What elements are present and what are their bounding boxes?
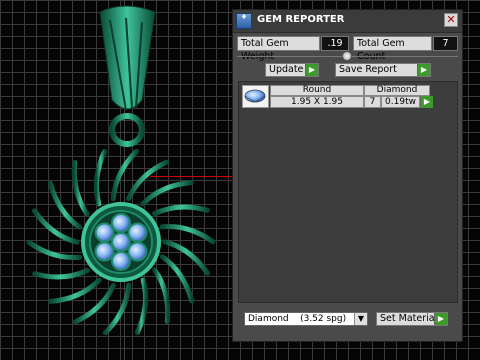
total-gem-weight-label: Total Gem Weight bbox=[237, 36, 320, 62]
update-button[interactable]: Update ▶ bbox=[265, 63, 319, 77]
sun-ray bbox=[162, 239, 211, 276]
gem-weight-cell: 0.19tw bbox=[381, 96, 420, 108]
sun-ray bbox=[48, 277, 102, 304]
update-label: Update bbox=[269, 64, 304, 75]
total-gem-count-value: 7 bbox=[433, 36, 458, 51]
sun-ray bbox=[93, 148, 108, 207]
sun-ray bbox=[26, 239, 83, 261]
diamond-gem bbox=[94, 241, 115, 262]
total-gem-count-label: Total Gem Count bbox=[353, 36, 432, 62]
material-selected-value: Diamond (3.52 spg) bbox=[248, 314, 347, 324]
diamond-gem bbox=[94, 222, 115, 243]
diamond-gem bbox=[111, 213, 131, 233]
sun-ray bbox=[71, 159, 90, 217]
column-header-material: Diamond bbox=[364, 85, 430, 96]
total-gem-weight-value: .19 bbox=[321, 36, 349, 51]
save-report-label: Save Report bbox=[339, 64, 397, 75]
diamond-gem bbox=[127, 241, 148, 262]
set-material-label: Set Material bbox=[380, 313, 438, 324]
jump-ring bbox=[109, 113, 145, 147]
sun-ray bbox=[159, 223, 216, 245]
gem-list-panel: Round Diamond 1.95 X 1.95 7 0.19tw ▶ bbox=[238, 81, 458, 303]
diamond-gem bbox=[111, 232, 131, 252]
splitter-handle[interactable] bbox=[342, 51, 352, 61]
close-icon[interactable]: ✕ bbox=[444, 13, 458, 27]
sun-ray bbox=[32, 267, 90, 280]
set-material-button[interactable]: Set Material ▶ bbox=[376, 312, 448, 326]
diamond-gem bbox=[111, 251, 131, 271]
save-report-button[interactable]: Save Report ▶ bbox=[335, 63, 431, 77]
sun-ray bbox=[140, 180, 194, 207]
go-arrow-icon: ▶ bbox=[434, 313, 447, 325]
gem-thumbnail[interactable] bbox=[242, 85, 269, 108]
gem-reporter-window: ♦ GEM REPORTER ✕ Total Gem Weight .19 To… bbox=[232, 9, 463, 342]
chevron-down-icon: ▼ bbox=[354, 313, 367, 325]
app-icon: ♦ bbox=[236, 13, 252, 29]
diamond-gem bbox=[127, 222, 148, 243]
sun-ray bbox=[152, 267, 171, 325]
round-gem-icon bbox=[244, 89, 266, 103]
gem-count-cell: 7 bbox=[364, 96, 381, 108]
bail-shape bbox=[99, 5, 156, 110]
pendant-model bbox=[26, 5, 216, 336]
gem-size-cell: 1.95 X 1.95 bbox=[270, 96, 364, 108]
title-bar[interactable]: ♦ GEM REPORTER ✕ bbox=[233, 10, 462, 33]
material-select[interactable]: Diamond (3.52 spg) ▼ bbox=[244, 312, 368, 326]
go-arrow-icon: ▶ bbox=[305, 64, 318, 76]
window-title: GEM REPORTER bbox=[257, 14, 345, 25]
sun-ray bbox=[134, 277, 149, 336]
column-header-shape: Round bbox=[270, 85, 364, 96]
row-go-arrow-icon[interactable]: ▶ bbox=[420, 96, 433, 108]
sun-ray bbox=[152, 204, 210, 217]
sun-ray bbox=[31, 208, 80, 245]
go-arrow-icon: ▶ bbox=[417, 64, 430, 76]
